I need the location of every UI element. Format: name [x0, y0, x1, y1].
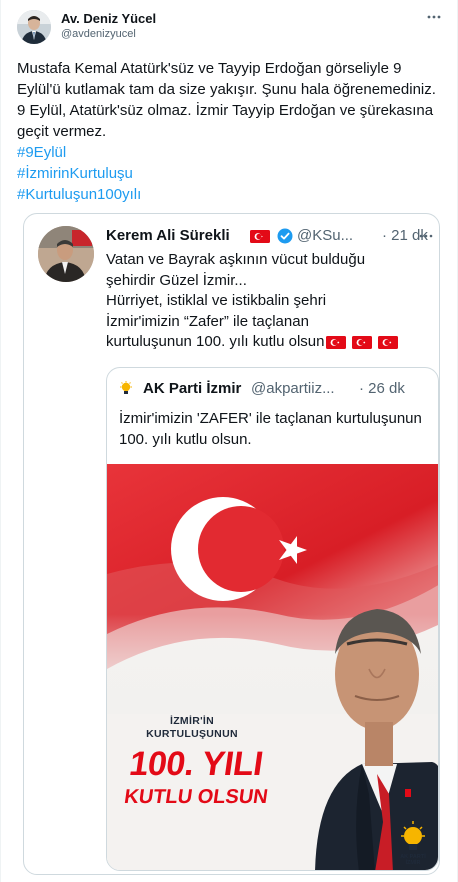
quoted-author-name[interactable]: Kerem Ali Sürekli: [106, 227, 230, 244]
hashtag-link[interactable]: #İzmirinKurtuluşu: [17, 163, 443, 184]
nested-author-handle[interactable]: @akpartiiz...: [251, 380, 335, 397]
verified-badge-icon: [277, 228, 293, 244]
poster-text-line2: KURTULUŞUNUN: [146, 728, 238, 740]
quoted-text-line: Hürriyet, istiklal ve istikbalin şehri: [106, 292, 327, 309]
poster-image[interactable]: İZMİR'İN KURTULUŞUNUN 100. YILI KUTLU OL…: [107, 464, 438, 870]
quoted-text-line-last: kurtuluşunun 100. yılı kutlu olsun: [106, 332, 436, 353]
quoted-text-line: kurtuluşunun 100. yılı kutlu olsun: [106, 333, 325, 351]
poster-text-line1: İZMİR'İN: [170, 715, 214, 727]
nested-tweet-text: İzmir'imizin 'ZAFER' ile taçlanan kurtul…: [119, 410, 422, 448]
tweet-body: Mustafa Kemal Atatürk'süz ve Tayyip Erdo…: [17, 60, 436, 140]
nested-author-name[interactable]: AK Parti İzmir: [143, 380, 241, 397]
author-avatar[interactable]: [17, 10, 51, 44]
turkey-flag-icon: [352, 335, 373, 349]
author-name[interactable]: Av. Deniz Yücel: [61, 11, 156, 26]
turkey-flag-icon: [250, 230, 270, 243]
quoted-author-handle[interactable]: @KSu...: [297, 227, 353, 244]
nested-quoted-tweet-card[interactable]: AK Parti İzmir @akpartiiz... · 26 dk İzm…: [106, 367, 439, 871]
poster-logo-line2: İZMİR: [405, 860, 421, 866]
hashtag-link[interactable]: #9Eylül: [17, 142, 443, 163]
quoted-author-avatar[interactable]: [38, 226, 94, 282]
poster-text-line4: KUTLU OLSUN: [122, 786, 270, 808]
poster-graphic: [107, 464, 438, 870]
light-bulb-icon: [119, 381, 133, 397]
turkey-flag-icon: [326, 335, 347, 349]
poster-logo-text: AK PARTİ İZMİR: [395, 854, 431, 866]
quoted-text-line: İzmir'imizin “Zafer” ile taçlanan: [106, 312, 309, 330]
quoted-text-line: şehirdir Güzel İzmir...: [106, 271, 247, 289]
quoted-tweet-text: Vatan ve Bayrak aşkının vücut bulduğu şe…: [106, 250, 436, 353]
tweet-text: Mustafa Kemal Atatürk'süz ve Tayyip Erdo…: [17, 58, 443, 205]
more-icon[interactable]: [418, 228, 434, 244]
quoted-text-line: Vatan ve Bayrak aşkının vücut bulduğu: [106, 251, 366, 268]
quoted-tweet-card[interactable]: Kerem Ali Sürekli @KSu... · 21 dk Vatan …: [23, 213, 440, 875]
tweet: Av. Deniz Yücel @avdenizyucel Mustafa Ke…: [0, 0, 458, 882]
nested-tweet-time[interactable]: · 26 dk: [359, 380, 405, 397]
flag-emojis: [324, 332, 399, 353]
author-handle[interactable]: @avdenizyucel: [61, 28, 136, 40]
more-icon[interactable]: [425, 8, 443, 26]
poster-text-line3: 100. YILI: [126, 745, 266, 783]
turkey-flag-icon: [378, 335, 399, 349]
hashtag-link[interactable]: #Kurtuluşun100yılı: [17, 184, 443, 205]
